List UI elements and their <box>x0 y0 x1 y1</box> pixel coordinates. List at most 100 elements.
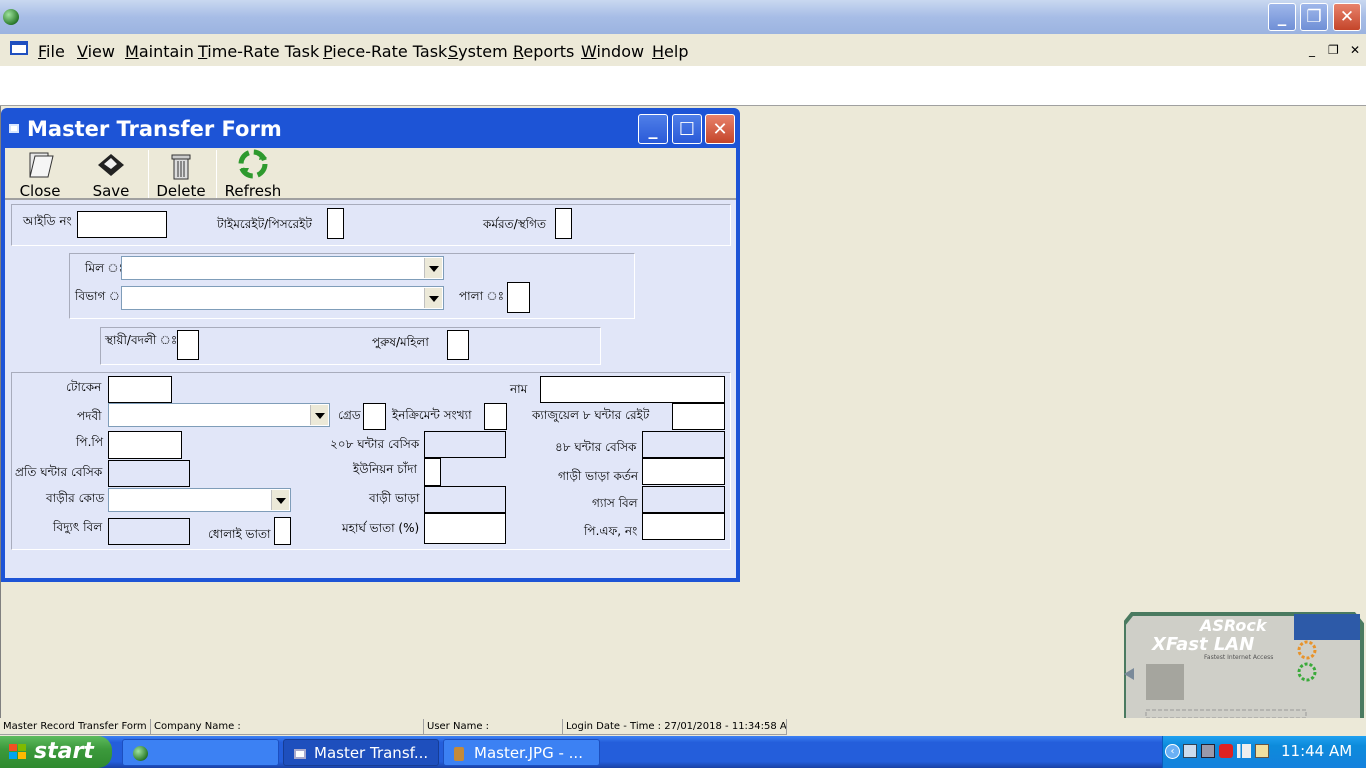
name-label: নাম <box>510 382 528 396</box>
transport-deduction-label: গাড়ী ভাড়া কর্তন <box>558 469 639 483</box>
union-fee-input[interactable] <box>424 458 441 486</box>
casual-rate-input[interactable] <box>672 403 725 430</box>
mdi-close-button[interactable]: ✕ <box>1350 43 1360 57</box>
menu-maintain[interactable]: Maintain <box>125 42 194 61</box>
mill-dropdown[interactable] <box>121 256 444 280</box>
menu-reports[interactable]: Reports <box>513 42 574 61</box>
delete-button[interactable]: Delete <box>153 148 209 200</box>
pf-input[interactable] <box>108 431 182 459</box>
basic-48-label: ৪৮ ঘন্টার বেসিক <box>555 440 637 454</box>
form-title: Master Transfer Form <box>27 117 282 141</box>
form-icon <box>9 124 19 133</box>
dearness-allowance-label: মহার্ঘ ভাতা (%) <box>342 521 420 535</box>
form-toolbar: Close Save Delete Refresh <box>5 148 736 200</box>
status-company: Company Name : <box>151 719 424 735</box>
signal-icon[interactable] <box>1237 744 1251 758</box>
menu-time-rate-task[interactable]: Time-Rate Task <box>198 42 319 61</box>
pf-no-label: পি.এফ, নং <box>584 524 638 538</box>
form-minimize-button[interactable]: _ <box>638 114 668 144</box>
asrock-xfast-lan-widget[interactable]: ASRock XFast LAN Fastest Internet Access <box>1122 610 1366 734</box>
electricity-bill-input[interactable] <box>108 518 190 545</box>
id-section: আইডি নং টাইমরেইট/পিসরেইট কর্মরত/স্থগিত <box>11 204 731 246</box>
windows-logo-icon <box>9 744 26 759</box>
mdi-minimize-button[interactable]: _ <box>1309 43 1315 57</box>
app-globe-icon[interactable] <box>3 9 19 25</box>
token-input[interactable] <box>108 376 172 403</box>
volume-icon[interactable] <box>1255 744 1269 758</box>
name-input[interactable] <box>540 376 725 403</box>
increment-count-input[interactable] <box>484 403 507 430</box>
permanent-badli-label: স্থায়ী/বদলী ঃ <box>105 333 178 347</box>
menu-file[interactable]: File <box>38 42 65 61</box>
permanent-badli-input[interactable] <box>177 330 199 360</box>
pf-no-input[interactable] <box>642 513 725 540</box>
chevron-down-icon[interactable] <box>424 258 442 278</box>
hourly-basic-label: প্রতি ঘন্টার বেসিক <box>15 465 103 479</box>
clock[interactable]: 11:44 AM <box>1281 742 1352 760</box>
taskbar-master-transfer-label: Master Transf... <box>314 744 429 762</box>
close-button[interactable]: Close <box>13 148 67 200</box>
taskbar-app-button[interactable] <box>122 739 279 766</box>
house-rent-input[interactable] <box>424 486 506 513</box>
app-minimize-button[interactable]: _ <box>1268 3 1296 31</box>
shift-input[interactable] <box>507 282 530 313</box>
menu-system[interactable]: System <box>448 42 508 61</box>
mdi-restore-button[interactable]: ❐ <box>1328 43 1339 57</box>
transport-deduction-input[interactable] <box>642 458 725 485</box>
app-toolbar-strip <box>0 66 1366 106</box>
grade-input[interactable] <box>363 403 386 430</box>
casual-rate-label: ক্যাজুয়েল ৮ ঘন্টার রেইট <box>532 408 650 422</box>
basic-48-input[interactable] <box>642 431 725 458</box>
show-hidden-icons-icon[interactable]: ‹ <box>1165 744 1180 759</box>
form-close-button[interactable]: ✕ <box>705 114 735 144</box>
form-title-bar[interactable]: Master Transfer Form _ ☐ ✕ <box>1 108 740 148</box>
taskbar-master-jpg[interactable]: Master.JPG - ... <box>443 739 600 766</box>
chevron-down-icon[interactable] <box>310 405 328 425</box>
start-button[interactable]: start <box>0 736 112 768</box>
male-female-input[interactable] <box>447 330 469 360</box>
id-no-input[interactable] <box>77 211 167 238</box>
designation-dropdown[interactable] <box>108 403 330 427</box>
app-close-button[interactable]: ✕ <box>1333 3 1361 31</box>
taskbar: start Master Transf... Master.JPG - ... … <box>0 736 1366 768</box>
menu-help[interactable]: Help <box>652 42 688 61</box>
washing-allowance-input[interactable] <box>274 517 291 545</box>
active-suspended-input[interactable] <box>555 208 572 239</box>
basic-208-input[interactable] <box>424 431 506 458</box>
dearness-allowance-input[interactable] <box>424 513 506 544</box>
document-icon[interactable] <box>10 41 28 55</box>
refresh-button[interactable]: Refresh <box>221 148 285 200</box>
status-login: Login Date - Time : 27/01/2018 - 11:34:5… <box>563 719 787 735</box>
save-button[interactable]: Save <box>81 148 141 200</box>
time-piece-rate-input[interactable] <box>327 208 344 239</box>
active-suspended-label: কর্মরত/স্থগিত <box>483 217 546 231</box>
security-icon[interactable] <box>1219 744 1233 758</box>
chevron-down-icon[interactable] <box>424 288 442 308</box>
mill-label: মিল ঃ <box>85 261 125 275</box>
network-icon[interactable] <box>1183 744 1197 758</box>
salary-section: টোকেন নাম পদবী গ্রেড ইনক্রিমেন্ট সংখ্যা … <box>11 372 731 550</box>
status-form-name: Master Record Transfer Form <box>0 719 151 735</box>
id-no-label: আইডি নং <box>23 214 72 228</box>
menu-window[interactable]: Window <box>581 42 644 61</box>
hourly-basic-input[interactable] <box>108 460 190 487</box>
monitor-icon[interactable] <box>1201 744 1215 758</box>
house-rent-label: বাড়ী ভাড়া <box>369 491 420 505</box>
form-maximize-button[interactable]: ☐ <box>672 114 702 144</box>
menu-view[interactable]: View <box>77 42 115 61</box>
taskbar-master-transfer[interactable]: Master Transf... <box>283 739 439 766</box>
menu-piece-rate-task[interactable]: Piece-Rate Task <box>323 42 447 61</box>
chevron-down-icon[interactable] <box>271 490 289 510</box>
taskbar-master-jpg-label: Master.JPG - ... <box>474 744 583 762</box>
menu-bar: File View Maintain Time-Rate Task Piece-… <box>0 34 1366 66</box>
designation-label: পদবী <box>77 409 102 423</box>
house-code-label: বাড়ীর কোড <box>46 491 105 505</box>
gas-bill-input[interactable] <box>642 486 725 513</box>
gas-bill-label: গ্যাস বিল <box>592 496 638 510</box>
electricity-bill-label: বিদ্যুৎ বিল <box>53 520 103 534</box>
department-dropdown[interactable] <box>121 286 444 310</box>
toolbar-separator <box>216 150 217 198</box>
house-code-dropdown[interactable] <box>108 488 291 512</box>
status-bar: Master Record Transfer Form Company Name… <box>0 718 1366 736</box>
app-restore-button[interactable]: ❐ <box>1300 3 1328 31</box>
